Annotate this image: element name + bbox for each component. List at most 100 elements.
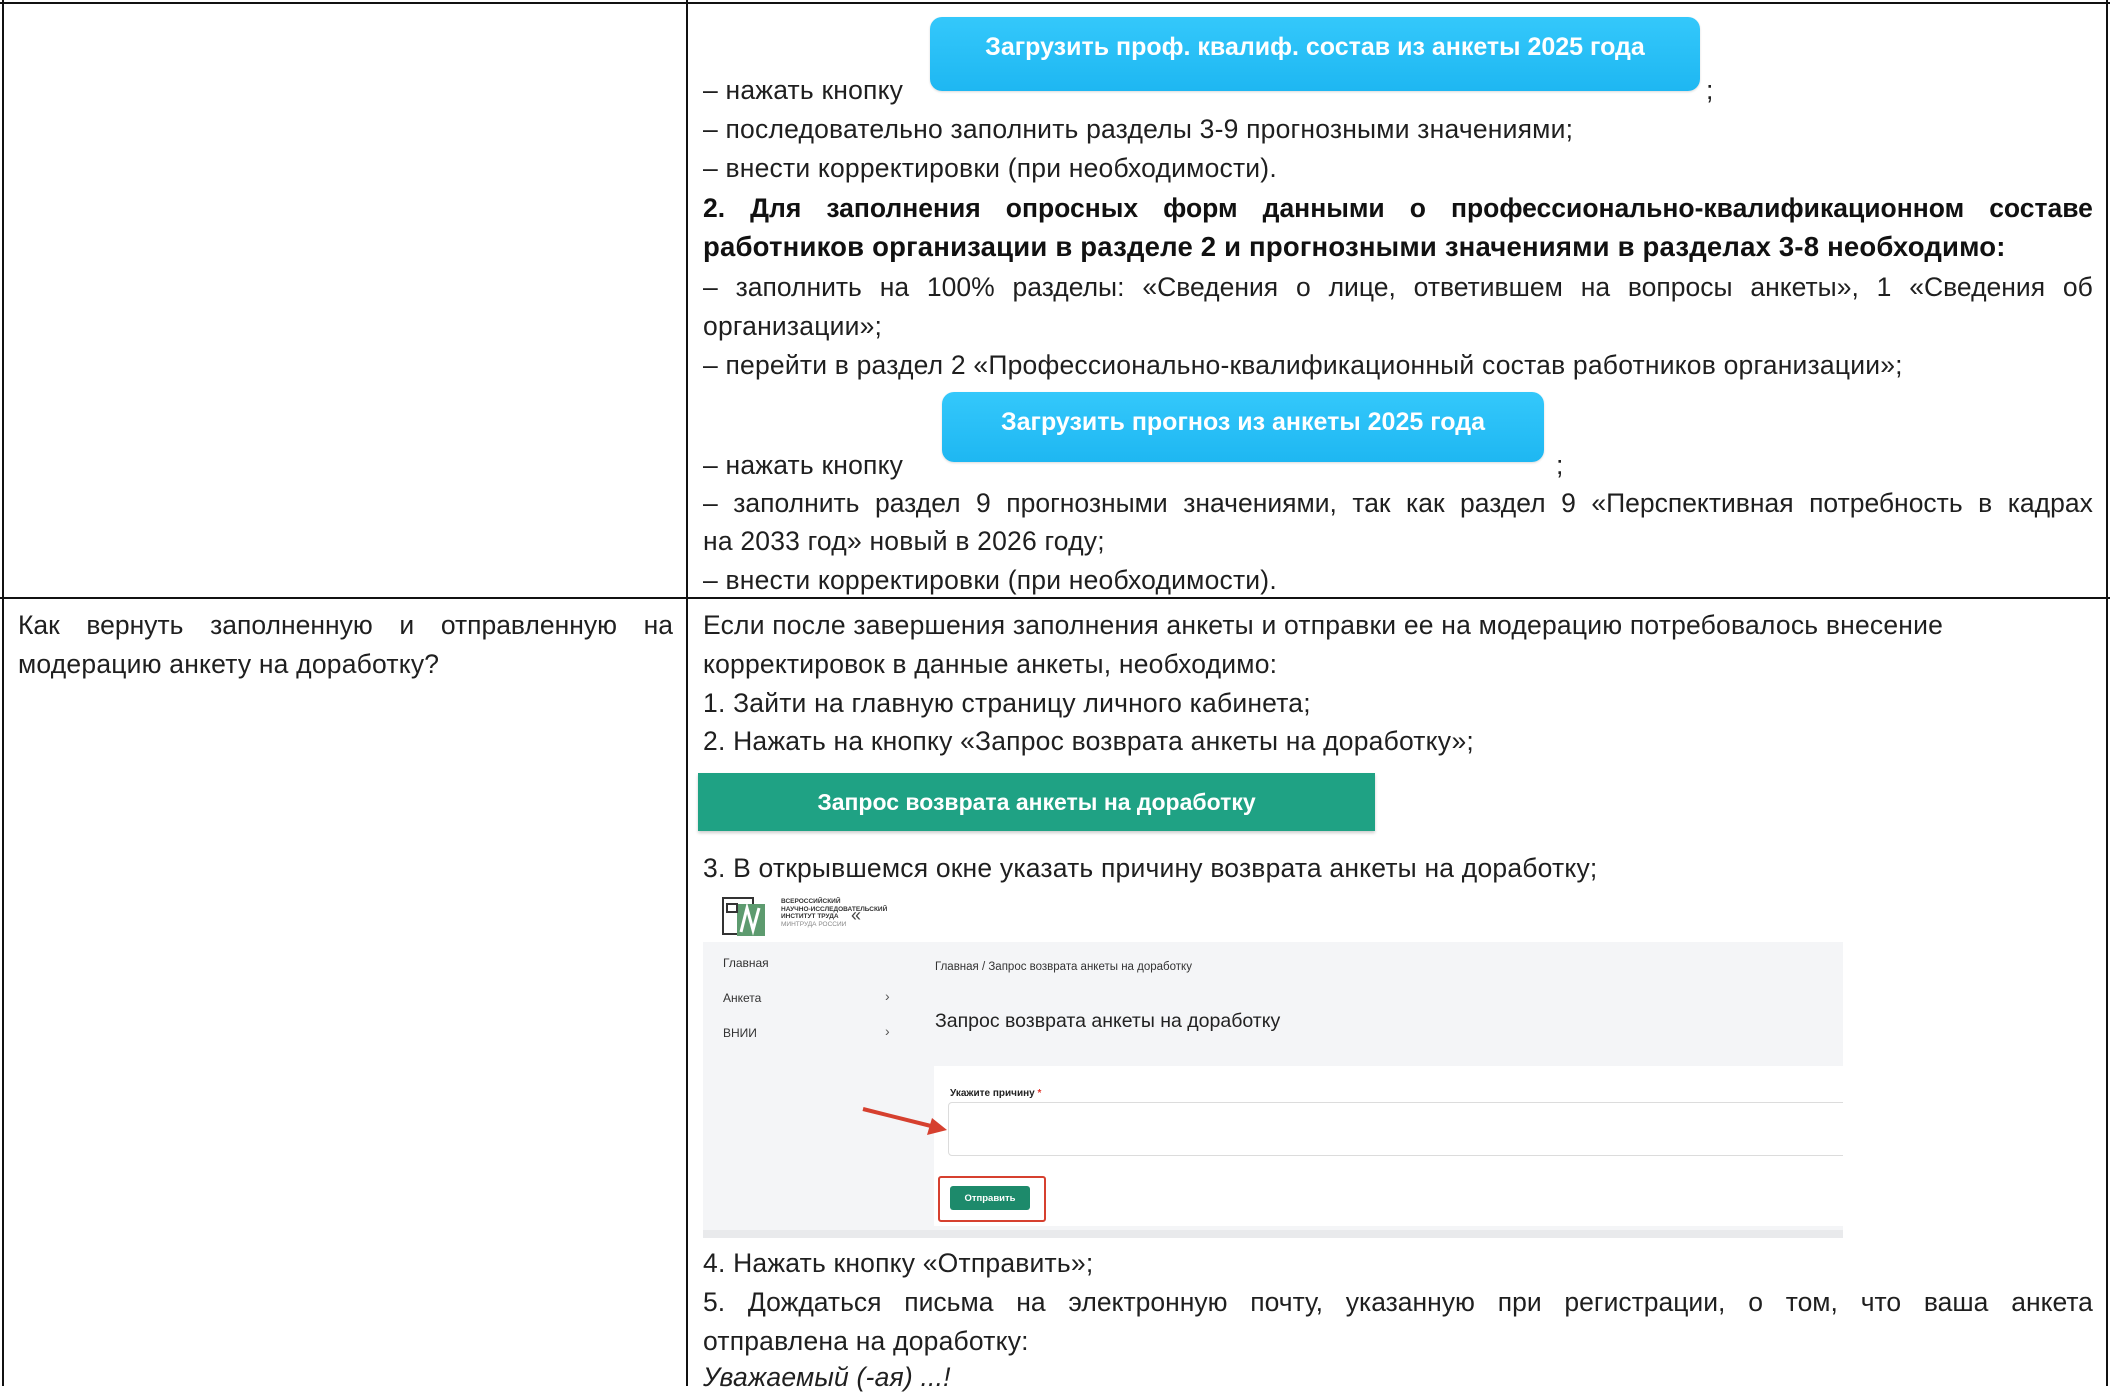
word: заполнения (826, 193, 981, 223)
sidebar-item-survey[interactable]: Анкета (723, 991, 761, 1005)
word: 9 (976, 488, 991, 518)
word: кадрах (2007, 488, 2093, 518)
word: вернуть (86, 610, 184, 640)
step4-text: 4. Нажать кнопку «Отправить»; (703, 1248, 1094, 1278)
word: опросных (1005, 193, 1139, 223)
sidebar-collapse-icon[interactable]: « (851, 905, 861, 926)
word: на (1580, 272, 1611, 302)
intro-line1: Если после завершения заполнения анкеты … (703, 610, 1944, 640)
word: как (1406, 488, 1445, 518)
word: лице, (1328, 272, 1396, 302)
word: что (1860, 1287, 1902, 1317)
word: составе (1989, 193, 2093, 223)
question-line2: модерацию анкету на доработку? (18, 649, 440, 679)
reason-label: Укажите причину * (950, 1088, 1042, 1099)
word: 5. (703, 1287, 726, 1317)
word: при (1497, 1287, 1542, 1317)
institute-name: ВСЕРОССИЙСКИЙ НАУЧНО-ИССЛЕДОВАТЕЛЬСКИЙ И… (781, 898, 888, 928)
fill-section9-line2: на 2033 год» новый в 2026 году; (703, 526, 1105, 556)
press-button-text-2: – нажать кнопку (703, 450, 904, 480)
word: форм (1163, 193, 1238, 223)
fill-sections-text: – последовательно заполнить разделы 3-9 … (703, 114, 1574, 144)
fill-section9-line1: – заполнить раздел 9 прогнозными значениями, т… (703, 484, 2093, 522)
table-border-middle (686, 0, 688, 1386)
word: Для (750, 193, 802, 223)
screenshot-footer-bar (703, 1230, 1843, 1238)
upload-forecast-button[interactable]: Загрузить прогноз из анкеты 2025 года (942, 392, 1544, 462)
document-page: Загрузить проф. квалиф. состав из анкеты… (0, 0, 2110, 1392)
step3-text: 3. В открывшемся окне указать причину во… (703, 853, 1598, 883)
word: о (1295, 272, 1311, 302)
page-title: Запрос возврата анкеты на доработку (935, 1010, 1281, 1032)
word: вопросы (1627, 272, 1733, 302)
sidebar-item-home[interactable]: Главная (723, 956, 769, 970)
word: – (703, 488, 718, 518)
word: 9 (1561, 488, 1576, 518)
word: почту, (1250, 1287, 1323, 1317)
make-corrections-text: – внести корректировки (при необходимост… (703, 153, 1277, 183)
make-corrections-text-2: – внести корректировки (при необходимост… (703, 565, 1277, 595)
reason-form-card: Укажите причину * Отправить (934, 1066, 1843, 1226)
table-border-right (2106, 0, 2108, 1386)
word: в (1978, 488, 1993, 518)
word: прогнозными (1006, 488, 1168, 518)
word: указанную (1345, 1287, 1475, 1317)
upload-prof-qualif-button[interactable]: Загрузить проф. квалиф. состав из анкеты… (930, 17, 1700, 91)
embedded-screenshot: ВСЕРОССИЙСКИЙ НАУЧНО-ИССЛЕДОВАТЕЛЬСКИЙ И… (703, 886, 1843, 1238)
breadcrumb[interactable]: Главная / Запрос возврата анкеты на дора… (935, 961, 1192, 973)
word: разделы: (1012, 272, 1125, 302)
institute-logo-icon (722, 897, 765, 936)
step5-line2: отправлена на доработку: (703, 1326, 1029, 1356)
word: отправленную (440, 610, 617, 640)
reason-input[interactable] (948, 1102, 1843, 1156)
word: и (399, 610, 415, 640)
press-button-text: – нажать кнопку (703, 75, 904, 105)
word: о (1409, 193, 1426, 223)
word: анкеты», (1750, 272, 1859, 302)
step1-text: 1. Зайти на главную страницу личного каб… (703, 688, 1311, 718)
word: регистрации, (1564, 1287, 1726, 1317)
word: раздел (875, 488, 961, 518)
word: Дождаться (747, 1287, 882, 1317)
semicolon: ; (1706, 75, 1714, 105)
semicolon-2: ; (1556, 450, 1564, 480)
word: на (879, 272, 910, 302)
question-line1: Как вернуть заполненную и отправленную на (18, 606, 673, 644)
word: профессионально-квалификационном (1450, 193, 1965, 223)
word: Как (18, 610, 60, 640)
word: заполненную (210, 610, 373, 640)
word: значениями, (1183, 488, 1337, 518)
word: данными (1262, 193, 1385, 223)
word: на (1016, 1287, 1046, 1317)
step2-text: 2. Нажать на кнопку «Запрос возврата анк… (703, 726, 1474, 756)
word: письма (904, 1287, 994, 1317)
go-section2-text: – перейти в раздел 2 «Профессионально-кв… (703, 350, 1903, 380)
section2-heading-line1: 2. Для заполнения опросных форм данными о профе… (703, 189, 2093, 227)
greeting-text: Уважаемый (-ая) ...! (703, 1362, 951, 1392)
section2-heading-line2: работников организации в разделе 2 и про… (703, 231, 2006, 262)
step5-line1: 5. Дождаться письма на электронную почту, указ… (703, 1283, 2093, 1321)
word: «Перспективная (1591, 488, 1794, 518)
intro-line2: корректировок в данные анкеты, необходим… (703, 649, 1278, 679)
word: ответившем (1413, 272, 1563, 302)
chevron-right-icon: › (885, 988, 890, 1004)
send-button[interactable]: Отправить (950, 1186, 1030, 1210)
word: анкета (2011, 1287, 2093, 1317)
word: 100% (926, 272, 995, 302)
fill-100-line1: – заполнить на 100% разделы: «Сведения о лице, о… (703, 268, 2093, 306)
return-request-button[interactable]: Запрос возврата анкеты на доработку (698, 773, 1375, 831)
word: ваша (1923, 1287, 1989, 1317)
word: об (2062, 272, 2093, 302)
table-border-left (2, 0, 4, 1386)
word: «Сведения (1142, 272, 1279, 302)
word: о (1748, 1287, 1763, 1317)
sidebar-item-vnii[interactable]: ВНИИ (723, 1026, 757, 1040)
word: заполнить (733, 488, 860, 518)
word: заполнить (735, 272, 862, 302)
word: раздел (1460, 488, 1546, 518)
word: электронную (1068, 1287, 1228, 1317)
word: так (1352, 488, 1391, 518)
fill-100-line2: организации»; (703, 311, 883, 341)
word: 2. (703, 193, 726, 223)
word: 1 (1876, 272, 1892, 302)
